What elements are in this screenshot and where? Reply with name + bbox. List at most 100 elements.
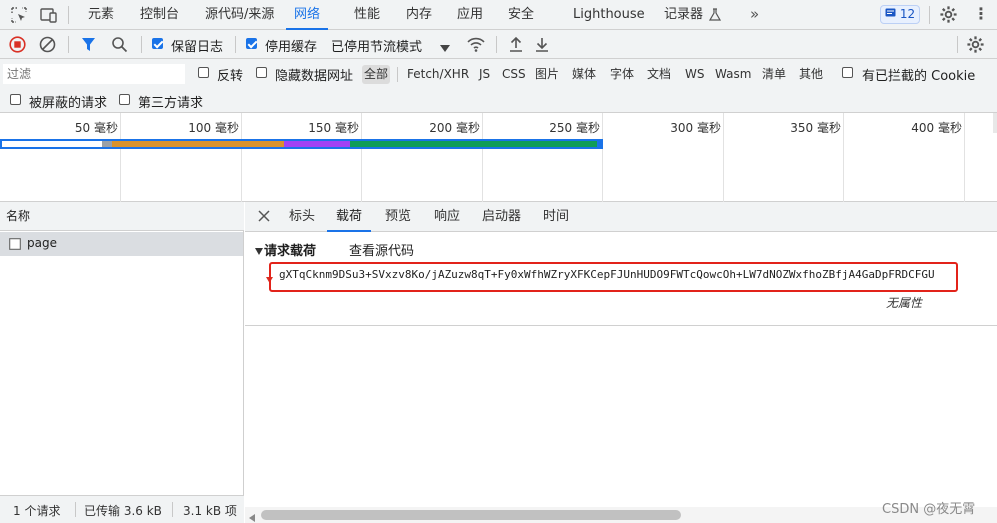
- scrollbar-thumb[interactable]: [261, 510, 681, 520]
- view-source-link[interactable]: 查看源代码: [349, 240, 414, 259]
- issues-badge[interactable]: 12: [880, 5, 920, 24]
- hide-data-urls-checkbox[interactable]: [256, 67, 267, 78]
- search-icon[interactable]: [111, 36, 128, 56]
- tab-application[interactable]: 应用: [457, 0, 483, 30]
- tab-performance[interactable]: 性能: [354, 0, 380, 30]
- flask-icon: [708, 8, 722, 25]
- transferred-size: 已传输 3.6 kB: [84, 504, 162, 518]
- timeline-tick-label: 200 毫秒: [429, 121, 480, 135]
- third-party-label: 第三方请求: [138, 96, 204, 111]
- devtools-tab-bar: 元素 控制台 源代码/来源 网络 性能 内存 应用 安全 Lighthouse …: [0, 0, 997, 30]
- tab-sources[interactable]: 源代码/来源: [205, 0, 274, 30]
- network-status-bar: 1 个请求 已传输 3.6 kB 3.1 kB 项: [0, 495, 244, 523]
- highlight-annotation: [269, 262, 958, 292]
- filter-type-wasm[interactable]: Wasm: [715, 65, 751, 84]
- blocked-cookies-label: 有已拦截的 Cookie: [862, 69, 976, 84]
- timeline-bar-stalled: [102, 141, 112, 147]
- inspect-element-icon[interactable]: [10, 6, 28, 27]
- request-name: page: [27, 236, 57, 250]
- tab-console[interactable]: 控制台: [140, 0, 179, 30]
- tab-payload[interactable]: 载荷: [327, 202, 372, 232]
- device-toolbar-icon[interactable]: [38, 6, 58, 27]
- watermark-text: CSDN @夜无霄: [882, 502, 976, 517]
- filter-type-other[interactable]: 其他: [799, 65, 823, 84]
- timeline-bar-queue: [2, 141, 102, 147]
- more-tabs-chevron-icon[interactable]: »: [750, 5, 759, 23]
- clear-icon[interactable]: [39, 36, 56, 56]
- filter-type-all[interactable]: 全部: [362, 65, 391, 84]
- tab-lighthouse[interactable]: Lighthouse: [573, 0, 645, 30]
- tab-headers[interactable]: 标头: [289, 202, 315, 232]
- separator: [141, 36, 142, 53]
- separator: [929, 6, 930, 24]
- import-har-upload-icon[interactable]: [508, 36, 524, 56]
- timeline-tick-label: 100 毫秒: [188, 121, 239, 135]
- blocked-cookies-checkbox[interactable]: [842, 67, 853, 78]
- settings-gear-icon[interactable]: [939, 5, 958, 27]
- tab-network[interactable]: 网络: [286, 0, 329, 30]
- separator: [496, 36, 497, 53]
- third-party-checkbox[interactable]: [119, 94, 130, 105]
- tab-recorder[interactable]: 记录器: [664, 0, 703, 30]
- tab-timing[interactable]: 时间: [543, 202, 569, 232]
- disable-cache-checkbox[interactable]: [246, 38, 257, 49]
- network-settings-gear-icon[interactable]: [966, 35, 985, 57]
- resources-size: 3.1 kB 项: [183, 504, 237, 518]
- timeline-gridline: [361, 113, 362, 202]
- disable-cache-label: 停用缓存: [265, 40, 318, 55]
- blocked-requests-checkbox[interactable]: [10, 94, 21, 105]
- close-detail-icon[interactable]: [258, 210, 270, 225]
- filter-type-ws[interactable]: WS: [685, 65, 704, 84]
- separator: [397, 67, 398, 82]
- timeline-gridline: [241, 113, 242, 202]
- tab-preview[interactable]: 预览: [385, 202, 411, 232]
- filter-type-media[interactable]: 媒体: [572, 65, 596, 84]
- network-conditions-wifi-icon[interactable]: [466, 36, 486, 56]
- throttling-select[interactable]: 已停用节流模式: [331, 36, 422, 55]
- timeline-tick-label: 50 毫秒: [74, 121, 118, 135]
- tab-security[interactable]: 安全: [508, 0, 534, 30]
- filter-type-js[interactable]: JS: [479, 65, 490, 84]
- filter-bar: 反转 隐藏数据网址 全部 Fetch/XHR JS CSS 图片 媒体 字体 文…: [0, 59, 997, 113]
- preserve-log-checkbox[interactable]: [152, 38, 163, 49]
- timeline-gridline: [120, 113, 121, 202]
- message-icon: [885, 8, 896, 17]
- export-har-download-icon[interactable]: [534, 36, 550, 56]
- timeline-tick-label: 250 毫秒: [549, 121, 600, 135]
- tab-elements[interactable]: 元素: [88, 0, 114, 30]
- filter-type-manifest[interactable]: 清单: [762, 65, 786, 84]
- filter-type-fetch-xhr[interactable]: Fetch/XHR: [407, 65, 469, 84]
- separator: [957, 36, 958, 53]
- filter-input[interactable]: [3, 64, 185, 84]
- tab-response[interactable]: 响应: [434, 202, 460, 232]
- timeline-overview[interactable]: 50 毫秒 100 毫秒 150 毫秒 200 毫秒 250 毫秒 300 毫秒…: [0, 113, 997, 202]
- request-count: 1 个请求: [13, 504, 61, 518]
- blocked-requests-label: 被屏蔽的请求: [29, 96, 108, 111]
- tab-memory[interactable]: 内存: [406, 0, 432, 30]
- timeline-scroll-edge: [993, 113, 997, 133]
- collapse-triangle-icon[interactable]: [255, 244, 263, 258]
- scroll-left-arrow-icon[interactable]: [249, 511, 255, 523]
- invert-checkbox[interactable]: [198, 67, 209, 78]
- network-toolbar: 保留日志 停用缓存 已停用节流模式: [0, 30, 997, 59]
- name-column-header[interactable]: 名称: [0, 202, 244, 231]
- request-payload-title[interactable]: 请求载荷: [264, 240, 316, 259]
- record-stop-icon[interactable]: [9, 36, 26, 56]
- filter-type-img[interactable]: 图片: [535, 65, 559, 84]
- dropdown-arrow-icon[interactable]: [440, 41, 450, 55]
- separator: [75, 502, 76, 517]
- filter-type-doc[interactable]: 文档: [647, 65, 671, 84]
- issues-count: 12: [899, 7, 916, 21]
- hide-data-urls-label: 隐藏数据网址: [275, 69, 354, 84]
- tab-initiator[interactable]: 启动器: [482, 202, 521, 232]
- filter-type-css[interactable]: CSS: [502, 65, 526, 84]
- document-icon: [9, 238, 21, 253]
- separator: [172, 502, 173, 517]
- more-options-icon[interactable]: ⋮: [973, 4, 989, 24]
- timeline-bar-ssl: [284, 141, 350, 147]
- no-properties-text: 无属性: [886, 296, 923, 310]
- request-row[interactable]: page: [0, 232, 243, 256]
- filter-funnel-icon[interactable]: [81, 37, 96, 55]
- separator: [68, 6, 69, 24]
- filter-type-font[interactable]: 字体: [610, 65, 634, 84]
